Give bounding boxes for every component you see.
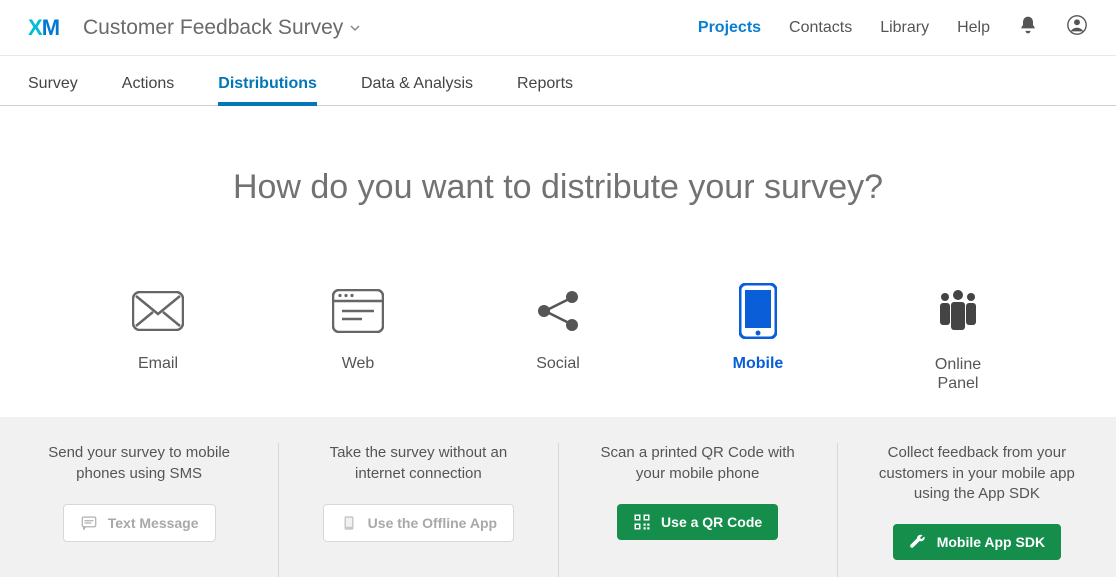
message-icon	[80, 514, 98, 532]
channel-web-label: Web	[308, 355, 408, 373]
card-offline-app: Take the survey without an internet conn…	[279, 443, 558, 577]
tab-distributions[interactable]: Distributions	[218, 75, 317, 105]
tab-reports[interactable]: Reports	[517, 75, 573, 105]
people-icon	[908, 283, 1008, 339]
chevron-down-icon	[349, 22, 361, 34]
nav-projects[interactable]: Projects	[698, 19, 761, 37]
card-text-message-desc: Send your survey to mobile phones using …	[26, 443, 252, 484]
mobile-action-panel: Send your survey to mobile phones using …	[0, 417, 1116, 577]
card-offline-app-desc: Take the survey without an internet conn…	[305, 443, 531, 484]
account-icon[interactable]	[1066, 14, 1088, 41]
brand-logo[interactable]: XM	[28, 15, 59, 41]
card-qr-code: Scan a printed QR Code with your mobile …	[559, 443, 838, 577]
channel-email[interactable]: Email	[108, 283, 208, 393]
section-tabs: Survey Actions Distributions Data & Anal…	[0, 56, 1116, 106]
channel-web[interactable]: Web	[308, 283, 408, 393]
project-title-dropdown[interactable]: Customer Feedback Survey	[83, 16, 361, 40]
channel-social-label: Social	[508, 355, 608, 373]
channel-online-panel[interactable]: OnlinePanel	[908, 283, 1008, 393]
page-heading: How do you want to distribute your surve…	[0, 168, 1116, 207]
tab-survey[interactable]: Survey	[28, 75, 78, 105]
tab-data-analysis[interactable]: Data & Analysis	[361, 75, 473, 105]
notifications-icon[interactable]	[1018, 15, 1038, 40]
tab-actions[interactable]: Actions	[122, 75, 174, 105]
nav-contacts[interactable]: Contacts	[789, 19, 852, 37]
top-nav: Projects Contacts Library Help	[698, 14, 1088, 41]
channel-social[interactable]: Social	[508, 283, 608, 393]
email-icon	[108, 283, 208, 339]
card-mobile-sdk-desc: Collect feedback from your customers in …	[864, 443, 1090, 504]
qr-code-button[interactable]: Use a QR Code	[617, 504, 778, 540]
card-text-message: Send your survey to mobile phones using …	[0, 443, 279, 577]
channel-online-panel-label: OnlinePanel	[908, 355, 1008, 393]
active-channel-caret	[744, 417, 772, 431]
channel-mobile-label: Mobile	[708, 355, 808, 373]
offline-app-button[interactable]: Use the Offline App	[323, 504, 514, 542]
text-message-button[interactable]: Text Message	[63, 504, 216, 542]
channel-mobile[interactable]: Mobile	[708, 283, 808, 393]
web-icon	[308, 283, 408, 339]
social-icon	[508, 283, 608, 339]
project-title-text: Customer Feedback Survey	[83, 16, 343, 40]
qr-icon	[633, 513, 651, 531]
nav-library[interactable]: Library	[880, 19, 929, 37]
mobile-sdk-button[interactable]: Mobile App SDK	[893, 524, 1061, 560]
nav-help[interactable]: Help	[957, 19, 990, 37]
mobile-icon	[708, 283, 808, 339]
brand-m: M	[42, 15, 59, 40]
distribution-channels: Email Web Social Mobile OnlinePanel	[0, 283, 1116, 393]
card-mobile-sdk: Collect feedback from your customers in …	[838, 443, 1116, 577]
brand-x: X	[28, 15, 42, 40]
top-header: XM Customer Feedback Survey Projects Con…	[0, 0, 1116, 56]
tablet-icon	[340, 514, 358, 532]
wrench-icon	[909, 533, 927, 551]
channel-email-label: Email	[108, 355, 208, 373]
card-qr-code-desc: Scan a printed QR Code with your mobile …	[585, 443, 811, 484]
